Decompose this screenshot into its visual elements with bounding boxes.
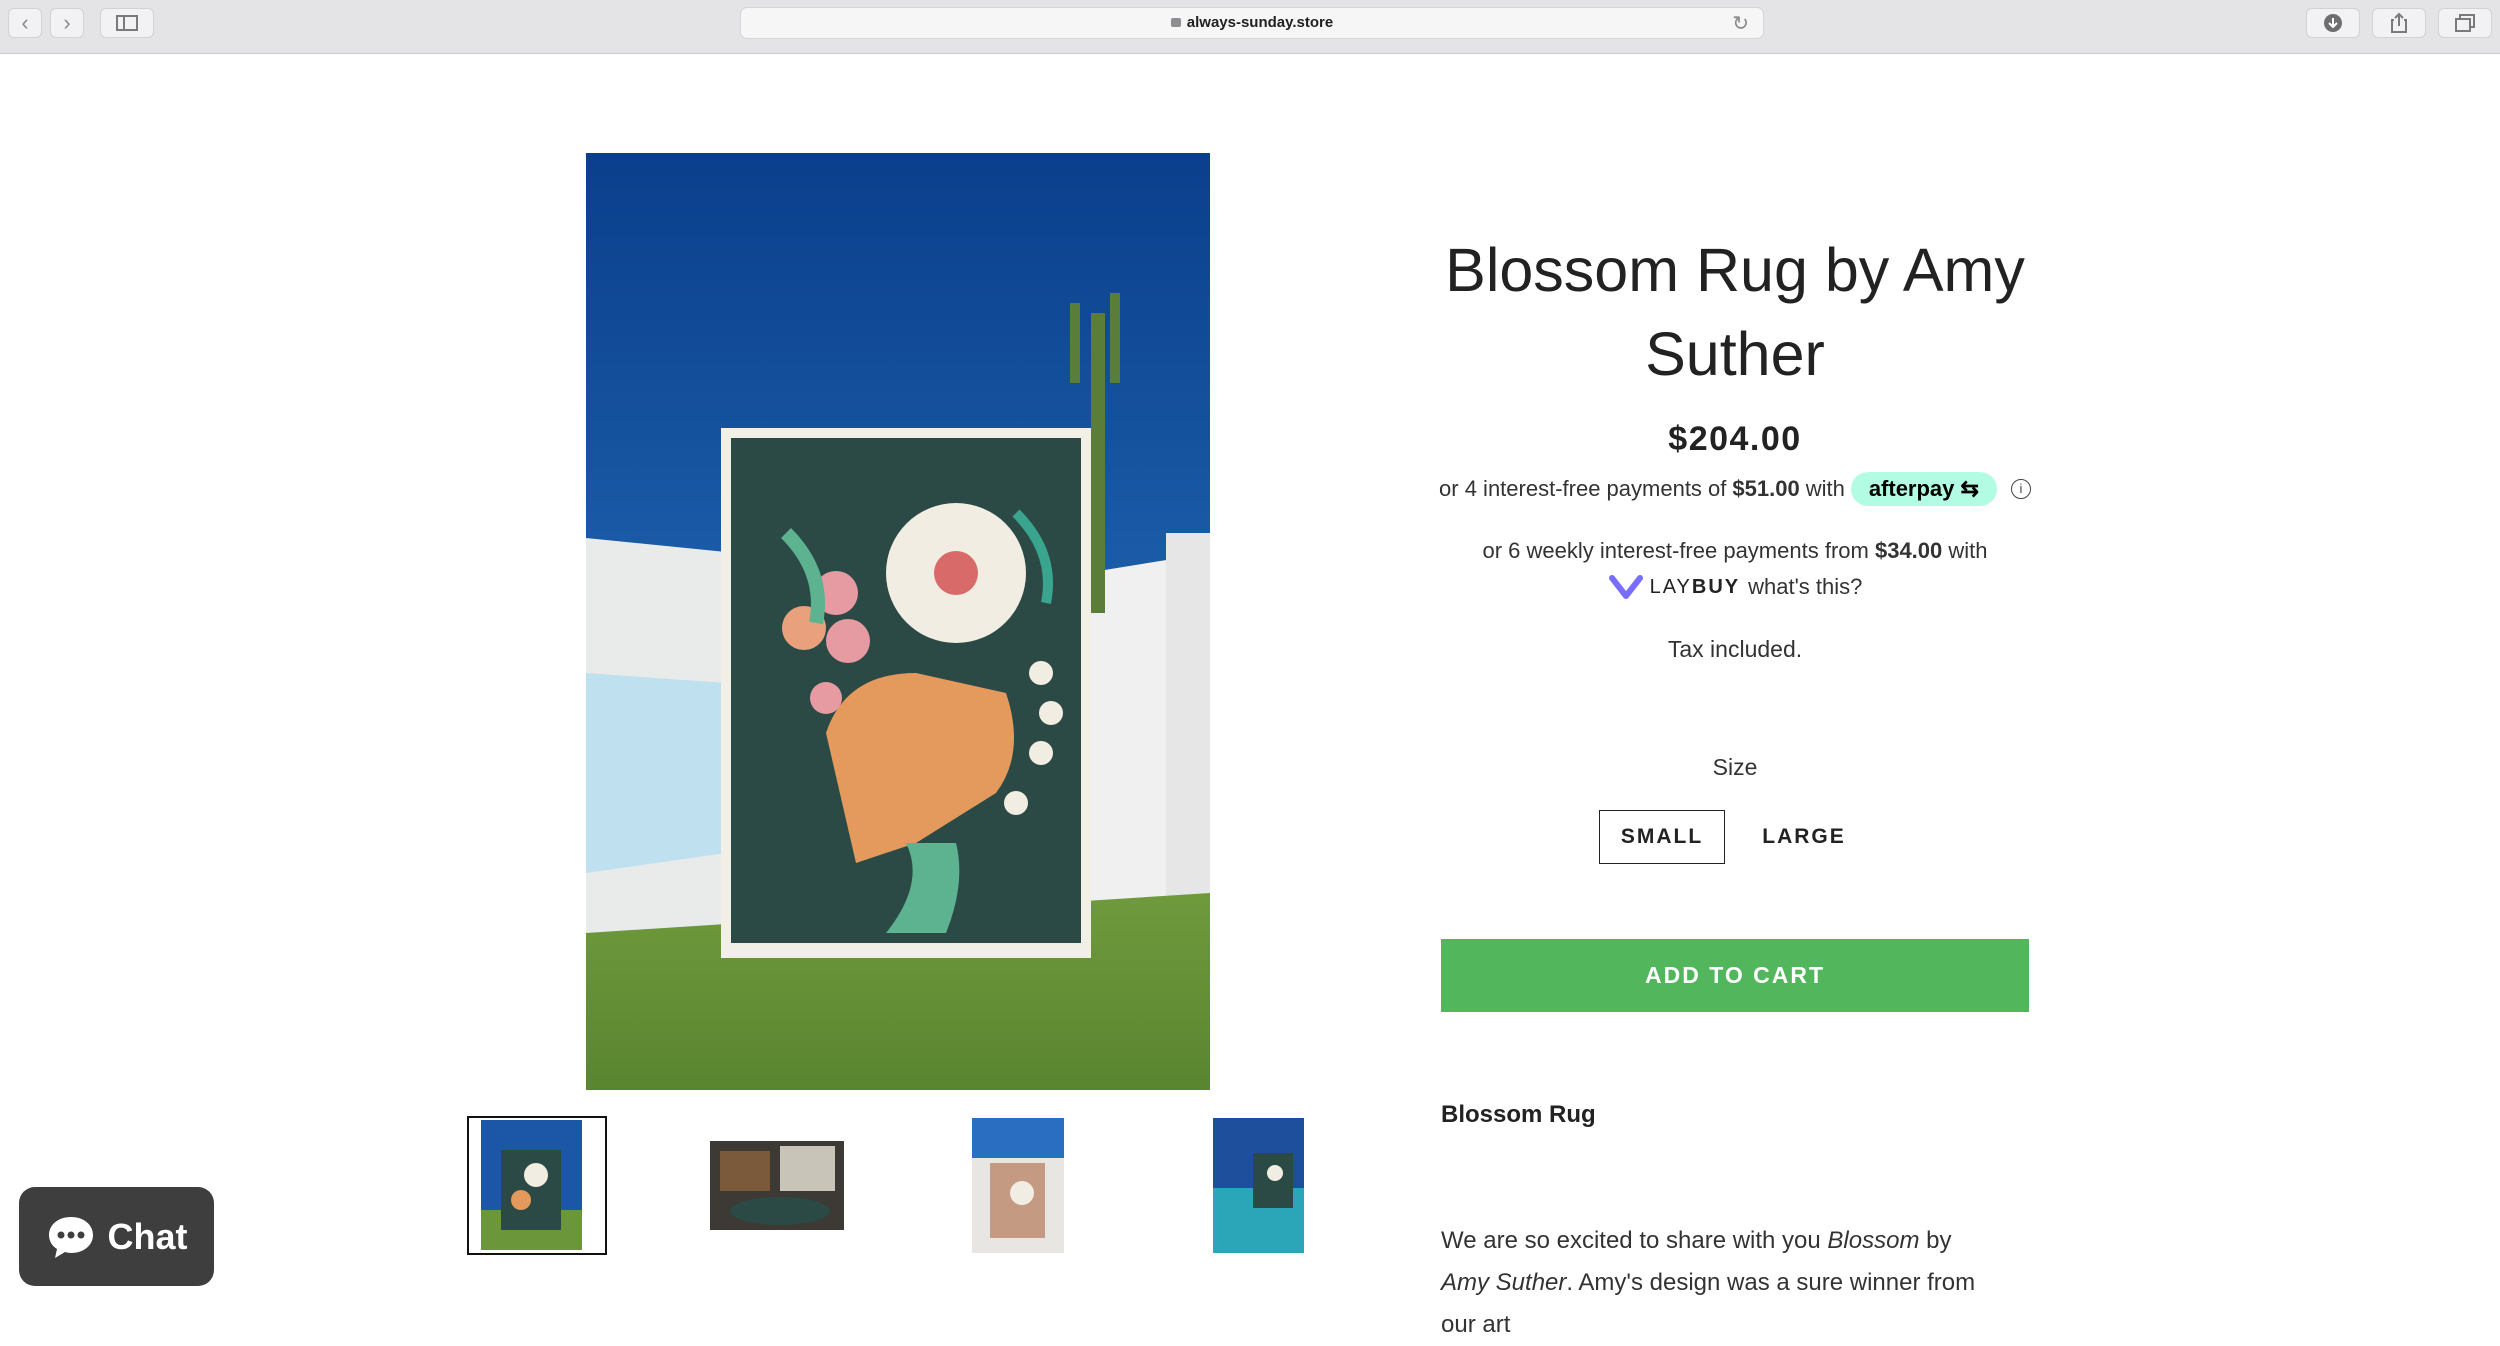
chevron-right-icon: › — [63, 10, 71, 35]
reload-icon[interactable]: ↻ — [1732, 11, 1749, 36]
laybuy-brand-buy: BUY — [1691, 575, 1741, 598]
download-icon — [2324, 14, 2342, 32]
laybuy-suffix: with — [1948, 538, 1988, 563]
description-italic1: Blossom — [1827, 1227, 1920, 1254]
product-thumbnail-4[interactable] — [1213, 1118, 1304, 1253]
share-icon — [2391, 12, 2407, 33]
share-button[interactable] — [2372, 8, 2426, 38]
laybuy-amount: $34.00 — [1874, 538, 1943, 563]
description-part1: We are so excited to share with you — [1441, 1227, 1828, 1254]
size-option-large[interactable]: LARGE — [1745, 810, 1863, 864]
sidebar-icon — [116, 15, 138, 31]
downloads-button[interactable] — [2306, 8, 2360, 38]
product-main-image[interactable] — [586, 153, 1210, 1090]
product-thumbnail-2[interactable] — [710, 1141, 844, 1230]
laybuy-brand-lay: LAY — [1649, 575, 1692, 598]
laybuy-logo: LAY BUY — [1608, 572, 1741, 602]
laybuy-info: or 6 weekly interest-free payments from … — [1420, 538, 2050, 564]
laybuy-prefix: or 6 weekly interest-free payments from — [1482, 538, 1869, 563]
heart-icon — [1608, 575, 1643, 599]
laybuy-whats-this-link[interactable]: what's this? — [1748, 574, 1862, 600]
size-option-small[interactable]: SMALL — [1599, 810, 1725, 864]
description-italic2: Amy Suther — [1441, 1269, 1567, 1296]
chat-bubble-icon — [48, 1216, 93, 1258]
laybuy-brand-row: LAY BUY what's this? — [1420, 572, 2050, 602]
product-title: Blossom Rug by Amy Suther — [1445, 236, 2025, 388]
back-button[interactable]: ‹ — [8, 8, 42, 38]
tabs-icon — [2455, 14, 2475, 32]
forward-button[interactable]: › — [50, 8, 84, 38]
chat-button[interactable]: Chat — [19, 1187, 214, 1286]
browser-toolbar: ‹ › always-sunday.store ↻ — [0, 0, 2500, 54]
add-to-cart-button[interactable]: ADD TO CART — [1441, 939, 2029, 1012]
afterpay-prefix: or 4 interest-free payments of — [1439, 476, 1727, 501]
thumbnail-selected-frame — [467, 1116, 607, 1255]
info-icon[interactable]: i — [2010, 479, 2031, 499]
description-part2: by — [1919, 1227, 1952, 1254]
afterpay-suffix: with — [1805, 476, 1845, 501]
sidebar-toggle-button[interactable] — [100, 8, 154, 38]
tabs-button[interactable] — [2438, 8, 2492, 38]
chevron-left-icon: ‹ — [21, 10, 29, 35]
afterpay-info: or 4 interest-free payments of $51.00 wi… — [1420, 472, 2050, 506]
lock-icon — [1170, 18, 1181, 27]
afterpay-brand: afterpay — [1868, 476, 1955, 501]
afterpay-amount: $51.00 — [1732, 476, 1800, 501]
product-thumbnail-3[interactable] — [972, 1118, 1064, 1253]
chat-label: Chat — [107, 1215, 188, 1257]
product-price: $204.00 — [1668, 420, 1802, 458]
description-text: We are so excited to share with you Blos… — [1441, 1220, 2001, 1346]
address-bar[interactable]: always-sunday.store ↻ — [740, 7, 1764, 39]
size-label: Size — [1712, 754, 1758, 780]
url-text: always-sunday.store — [1186, 14, 1334, 31]
tax-note: Tax included. — [1667, 636, 1803, 662]
afterpay-logo[interactable]: afterpay ⇆ — [1850, 472, 1997, 506]
description-title: Blossom Rug — [1441, 1101, 1596, 1128]
